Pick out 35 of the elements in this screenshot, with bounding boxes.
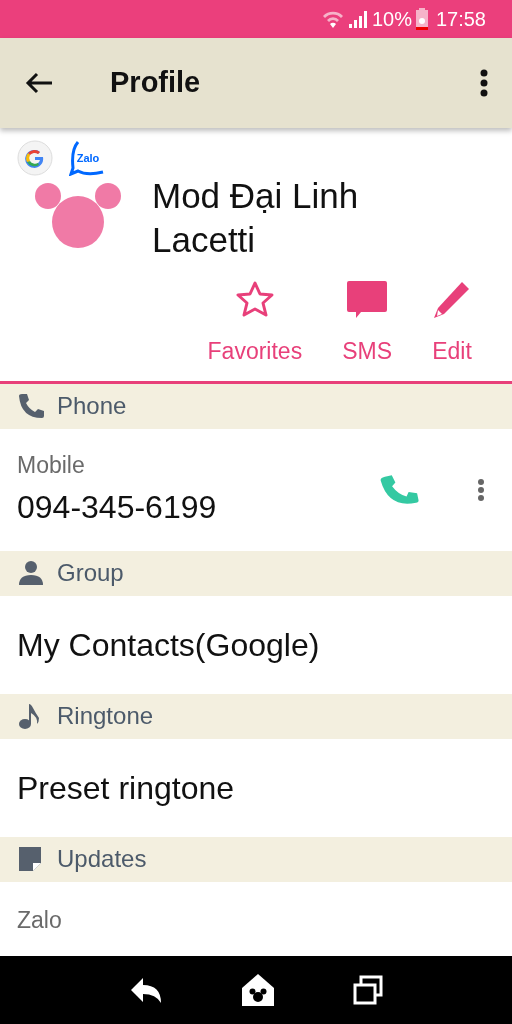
- overflow-menu-button[interactable]: [480, 69, 488, 97]
- back-arrow-icon: [24, 71, 54, 95]
- home-nav-button[interactable]: [241, 973, 275, 1007]
- screen-title: Profile: [109, 65, 202, 101]
- avatar-icon: [35, 180, 121, 248]
- source-label: Zalo: [17, 906, 63, 935]
- sms-action-button[interactable]: SMS: [342, 280, 392, 369]
- group-name: My Contacts(Google): [17, 625, 321, 665]
- more-options-button[interactable]: [477, 477, 485, 502]
- pencil-icon: [432, 280, 472, 320]
- status-time: 17:58: [435, 7, 486, 32]
- battery-percent: 10%: [371, 7, 412, 32]
- chat-bubble-icon: [347, 280, 388, 320]
- ringtone-section-title: Ringtone: [57, 701, 154, 731]
- contact-name: Mod Đại Linh Lacetti: [152, 175, 360, 261]
- recents-nav-button[interactable]: [353, 975, 383, 1005]
- back-button[interactable]: [24, 71, 54, 95]
- battery-icon: [415, 8, 428, 30]
- person-icon: [17, 559, 45, 587]
- edit-action-button[interactable]: Edit: [432, 280, 472, 369]
- phone-section-title: Phone: [57, 391, 127, 421]
- wifi-icon: [321, 9, 344, 29]
- signal-icon: [347, 9, 368, 29]
- updates-section-title: Updates: [57, 844, 147, 874]
- more-options-icon: [480, 69, 488, 97]
- phone-number: 094-345-6199: [17, 487, 218, 527]
- favorite-action-button[interactable]: Favorites: [207, 280, 303, 369]
- home-icon: [241, 973, 275, 1007]
- phone-type-label: Mobile: [17, 451, 86, 481]
- more-options-icon: [477, 477, 485, 502]
- google-account-icon: [17, 140, 53, 176]
- recents-icon: [353, 975, 383, 1005]
- ringtone-name: Preset ringtone: [17, 768, 235, 808]
- group-section-title: Group: [57, 558, 124, 588]
- phone-icon: [17, 392, 45, 420]
